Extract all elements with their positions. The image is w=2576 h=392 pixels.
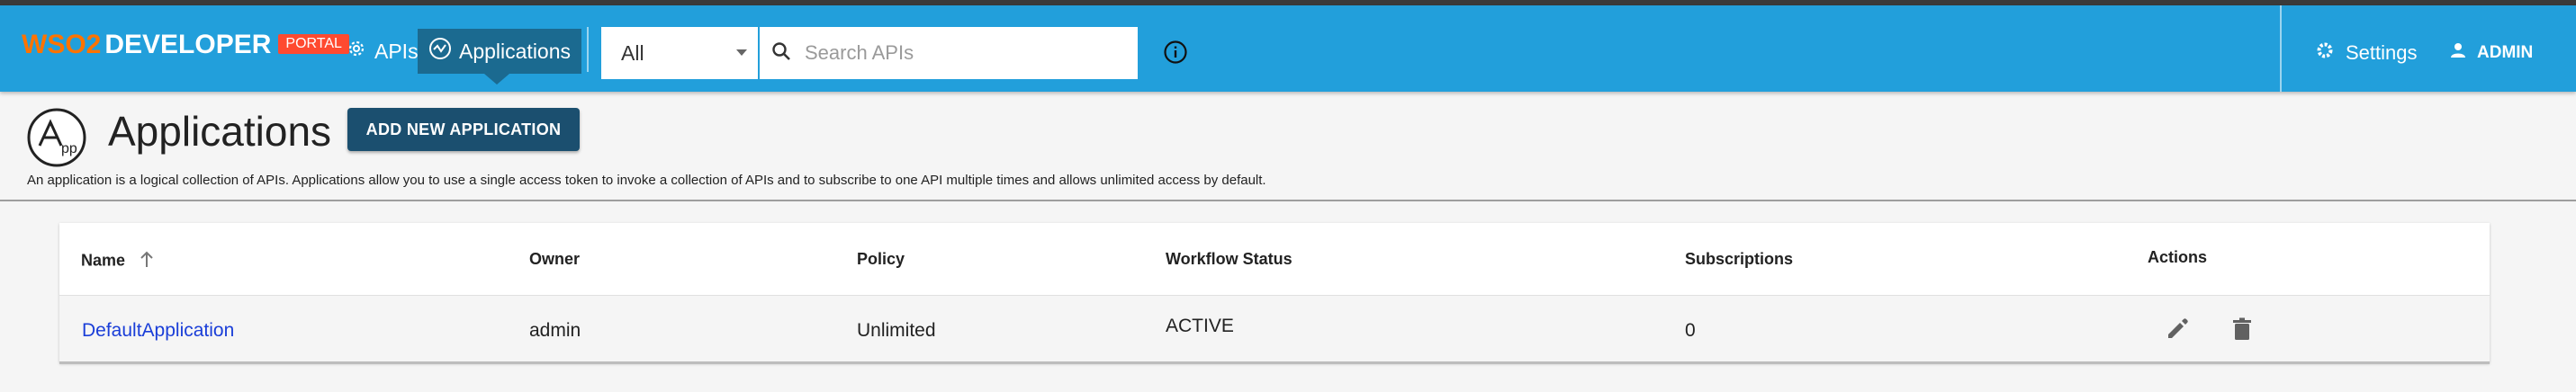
- logo-prefix: WSO2: [22, 30, 102, 59]
- search-icon: [770, 40, 792, 67]
- applications-table: Name Owner Policy Workflow Status Subscr…: [59, 223, 2490, 364]
- user-label: ADMIN: [2477, 43, 2534, 62]
- chevron-down-icon: [736, 49, 747, 56]
- nav-divider: [587, 27, 589, 72]
- info-icon[interactable]: [1163, 40, 1188, 69]
- header-divider: [2280, 5, 2282, 92]
- nav-apis-label: APIs: [374, 39, 419, 63]
- table-row: DefaultApplication admin Unlimited ACTIV…: [59, 296, 2490, 364]
- sort-ascending-icon[interactable]: [139, 250, 155, 272]
- column-header-owner[interactable]: Owner: [529, 250, 580, 269]
- add-new-application-button[interactable]: ADD NEW APPLICATION: [347, 108, 580, 151]
- settings-label: Settings: [2346, 41, 2418, 64]
- table-header-row: Name Owner Policy Workflow Status Subscr…: [59, 223, 2490, 296]
- application-owner: admin: [529, 320, 581, 341]
- application-policy: Unlimited: [857, 320, 936, 341]
- gear-icon: [346, 38, 367, 65]
- settings-button[interactable]: Settings: [2315, 32, 2418, 74]
- gear-icon: [2315, 40, 2335, 66]
- nav-apis[interactable]: APIs: [337, 31, 428, 72]
- nav-applications-label: Applications: [459, 39, 572, 63]
- nav-applications[interactable]: Applications: [418, 29, 582, 74]
- svg-text:pp: pp: [61, 141, 77, 156]
- logo-brand: DEVELOPER: [104, 30, 272, 59]
- application-name-link[interactable]: DefaultApplication: [82, 320, 234, 342]
- wso2-logo[interactable]: WSO2 DEVELOPER PORTAL: [22, 29, 349, 68]
- column-header-subscriptions[interactable]: Subscriptions: [1685, 250, 1793, 269]
- column-header-name-label: Name: [81, 251, 126, 270]
- app-bar: WSO2 DEVELOPER PORTAL APIs Applications …: [0, 5, 2576, 92]
- application-workflow-status: ACTIVE: [1166, 316, 1234, 336]
- search-input[interactable]: Search APIs: [760, 27, 1138, 79]
- delete-icon[interactable]: [2229, 316, 2256, 347]
- column-header-workflow-status[interactable]: Workflow Status: [1166, 250, 1293, 269]
- application-subscriptions: 0: [1685, 320, 1696, 341]
- search-scope-value: All: [621, 40, 644, 65]
- active-nav-indicator: [484, 74, 509, 85]
- search-placeholder: Search APIs: [805, 41, 914, 64]
- person-icon: [2450, 42, 2466, 64]
- user-menu-button[interactable]: ADMIN: [2450, 32, 2533, 74]
- activity-icon: [428, 37, 452, 66]
- search-scope-select[interactable]: All: [601, 27, 758, 79]
- page-description: An application is a logical collection o…: [27, 173, 1266, 188]
- edit-icon[interactable]: [2164, 316, 2191, 347]
- column-header-name[interactable]: Name: [81, 250, 155, 272]
- page-title: Applications: [108, 108, 332, 155]
- header-divider-line: [0, 200, 2576, 201]
- column-header-actions: Actions: [2148, 248, 2208, 266]
- column-header-policy[interactable]: Policy: [857, 250, 905, 269]
- applications-logo-icon: pp: [25, 106, 88, 174]
